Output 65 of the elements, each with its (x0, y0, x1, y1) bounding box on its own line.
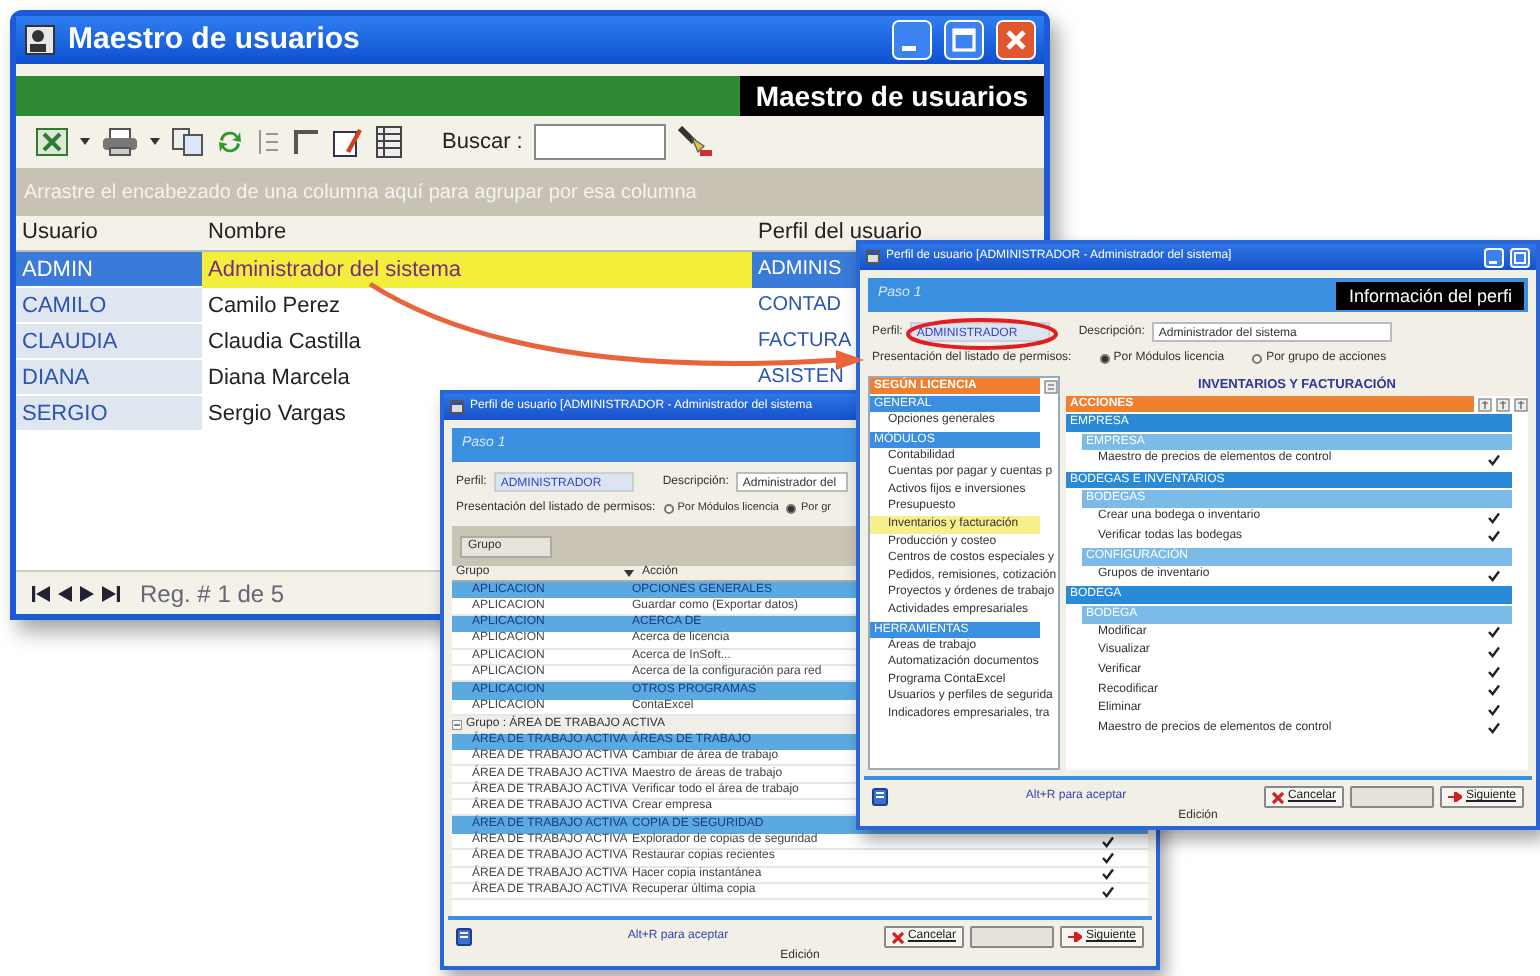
checkmark-icon[interactable] (1488, 511, 1500, 524)
column-header[interactable]: Nombre (202, 216, 752, 250)
x-icon (891, 931, 904, 943)
next-icon[interactable] (80, 585, 94, 601)
window-title: Maestro de usuarios (68, 19, 362, 60)
checkmark-icon[interactable] (1102, 851, 1114, 864)
minimize-button[interactable] (1484, 247, 1504, 267)
table-cell: CLAUDIA (16, 324, 202, 360)
table-cell: Camilo Perez (202, 288, 752, 324)
refresh-icon[interactable] (216, 128, 244, 156)
window-icon (866, 250, 880, 264)
radio-button[interactable] (663, 504, 674, 514)
document-pencil-icon[interactable] (332, 126, 364, 158)
caret-icon[interactable] (80, 138, 90, 146)
group-hint: Arrastre el encabezado de una columna aquí para agrupar por esa columna (24, 179, 697, 207)
radio-button[interactable] (786, 504, 797, 514)
x-icon (1271, 791, 1284, 803)
maximize-button[interactable] (1510, 247, 1530, 267)
checkmark-icon[interactable] (1488, 569, 1500, 582)
checkmark-icon[interactable] (1488, 665, 1500, 678)
corner-icon[interactable] (292, 128, 320, 156)
table-cell: DIANA (16, 360, 202, 396)
first-icon[interactable] (32, 585, 50, 601)
checkmark-icon[interactable] (1488, 722, 1500, 735)
flashlight-icon[interactable] (678, 126, 715, 158)
radio-button[interactable] (1252, 354, 1263, 364)
help-icon[interactable] (872, 788, 888, 806)
checkmark-icon[interactable] (1488, 684, 1500, 697)
minimize-button[interactable] (892, 20, 932, 60)
spreadsheet-icon[interactable] (36, 128, 68, 156)
checkmark-icon[interactable] (1488, 626, 1500, 639)
arrow-icon (1067, 932, 1082, 942)
table-cell: SERGIO (16, 396, 202, 432)
table-cell: ADMIN (16, 252, 202, 288)
column-header[interactable]: Usuario (16, 216, 202, 250)
tree-options-icon[interactable] (1044, 379, 1058, 393)
app-icon (24, 24, 56, 56)
arrow-icon (1447, 792, 1462, 802)
copy-icon[interactable] (172, 128, 204, 156)
collapse-icon[interactable] (452, 719, 462, 730)
window-icon (450, 400, 464, 414)
last-icon[interactable] (102, 585, 120, 601)
checkmark-icon[interactable] (1488, 453, 1500, 466)
caret-icon[interactable] (150, 138, 160, 146)
radio-button[interactable] (1099, 354, 1110, 364)
printer-icon[interactable] (102, 128, 138, 156)
checkmark-icon[interactable] (1102, 868, 1114, 881)
info-label: Información del perfi (1336, 281, 1524, 309)
checkmark-icon[interactable] (1488, 645, 1500, 658)
checkmark-icon[interactable] (1102, 835, 1114, 848)
search-label: Buscar : (442, 127, 523, 158)
help-icon[interactable] (456, 928, 472, 946)
previous-icon[interactable] (58, 585, 72, 601)
record-counter: Reg. # 1 de 5 (140, 577, 285, 611)
checkmark-icon[interactable] (1488, 530, 1500, 543)
close-button[interactable] (996, 20, 1036, 60)
maximize-button[interactable] (944, 20, 984, 60)
search-field[interactable] (534, 124, 667, 160)
table-cell: Administrador del sistema (202, 252, 752, 288)
table-cell: Claudia Castilla (202, 324, 752, 360)
checkmark-icon[interactable] (1488, 703, 1500, 716)
checkmark-icon[interactable] (1102, 885, 1114, 898)
table-cell: CAMILO (16, 288, 202, 324)
table-icon[interactable] (376, 126, 402, 158)
banner-title: Maestro de usuarios (739, 76, 1044, 116)
